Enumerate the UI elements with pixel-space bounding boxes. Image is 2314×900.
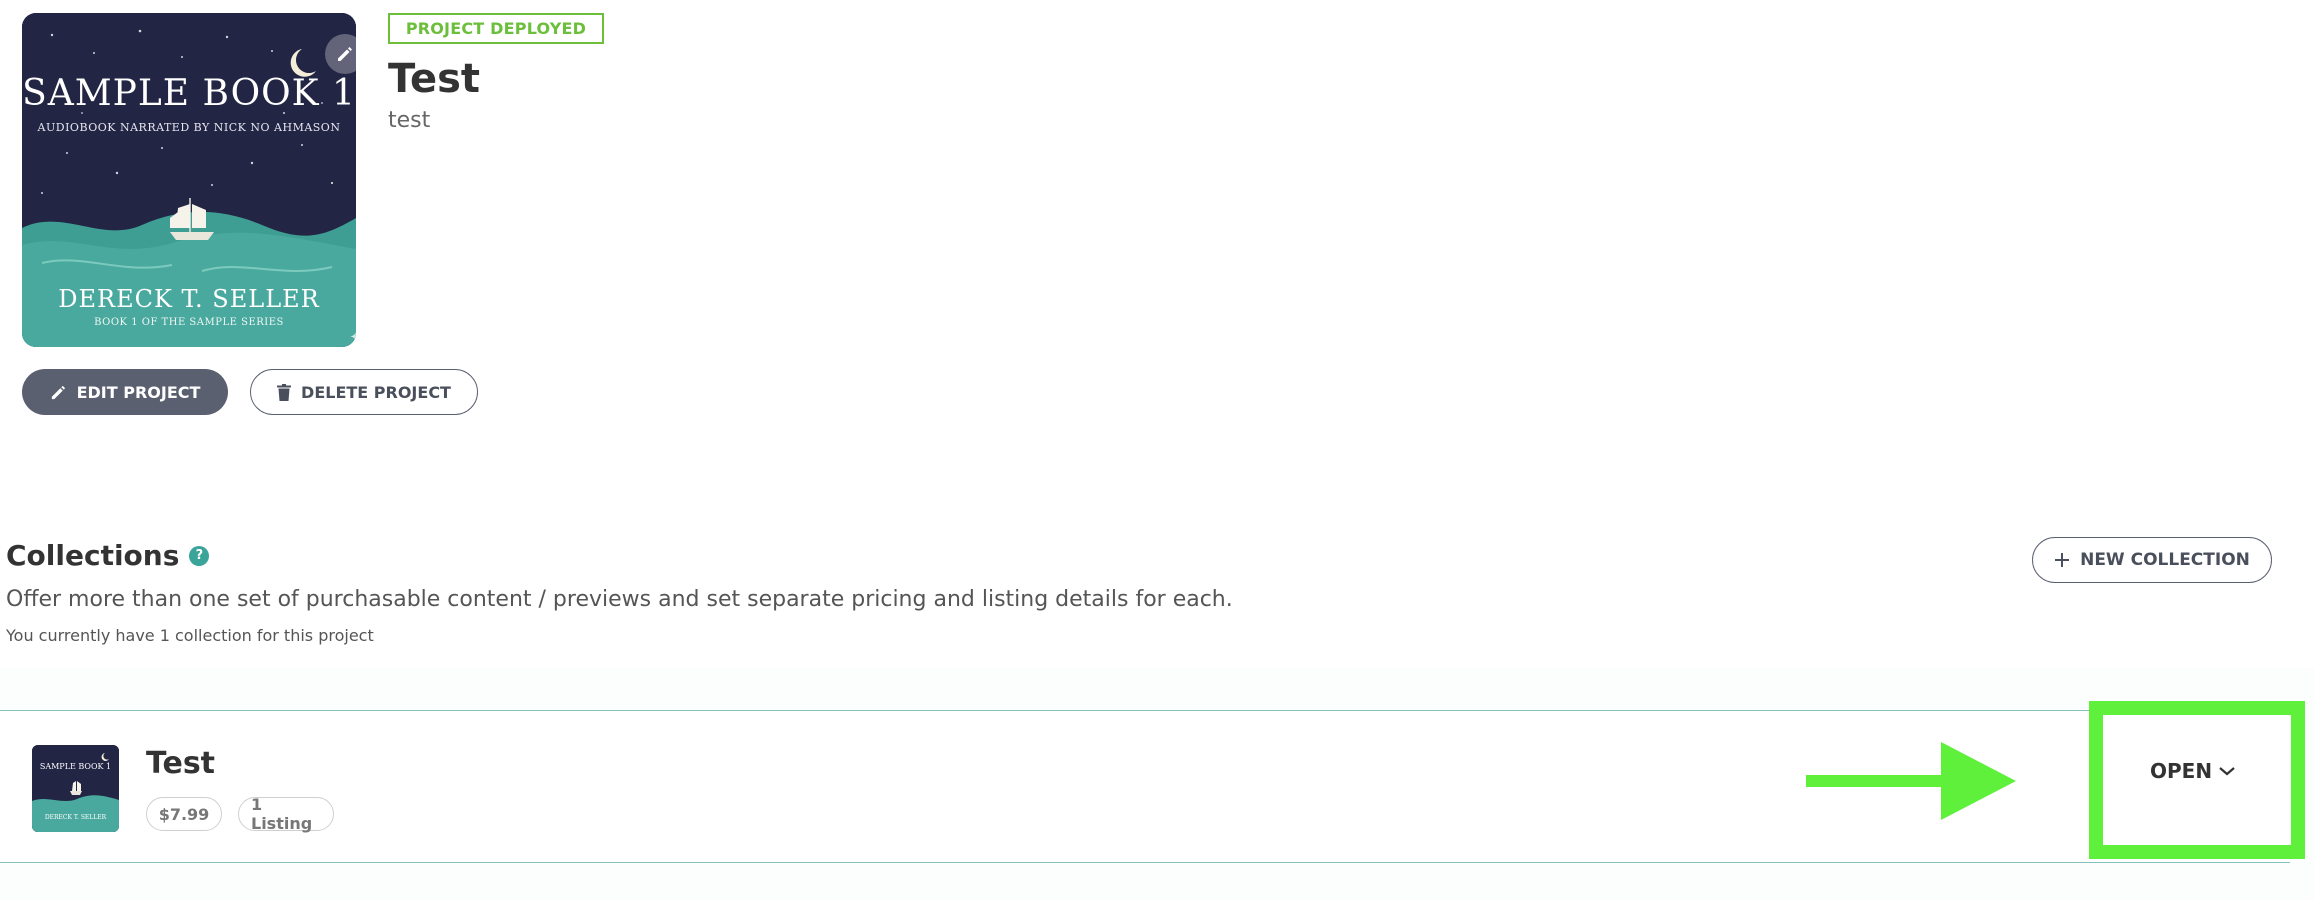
project-cover-image: SAMPLE BOOK 1 AUDIOBOOK NARRATED BY NICK… — [22, 13, 356, 347]
thumbnail-title: SAMPLE BOOK 1 — [39, 762, 112, 771]
cover-title: SAMPLE BOOK 1 — [22, 73, 356, 114]
cover-author: DERECK T. SELLER — [58, 285, 320, 313]
annotation-arrow — [1806, 742, 2016, 820]
question-icon[interactable]: ? — [189, 545, 210, 566]
thumbnail-author: DERECK T. SELLER — [44, 814, 107, 821]
project-page: SAMPLE BOOK 1 AUDIOBOOK NARRATED BY NICK… — [0, 0, 2314, 900]
collection-price-badge: $7.99 — [146, 797, 222, 831]
collections-count: You currently have 1 collection for this… — [6, 626, 374, 645]
status-badge: PROJECT DEPLOYED — [388, 13, 604, 44]
sparkle-icon: ✦ — [349, 329, 356, 347]
collections-heading: Collections ? — [6, 539, 210, 572]
delete-project-label: DELETE PROJECT — [301, 382, 451, 402]
pencil-icon — [51, 385, 65, 399]
collection-thumbnail: SAMPLE BOOK 1 DERECK T. SELLER — [32, 745, 119, 832]
collection-name: Test — [146, 746, 216, 781]
open-label: OPEN — [2150, 759, 2213, 783]
collections-description: Offer more than one set of purchasable c… — [6, 587, 1233, 612]
collections-title: Collections — [6, 539, 180, 572]
trash-icon — [277, 383, 292, 401]
edit-project-button[interactable]: EDIT PROJECT — [22, 369, 228, 415]
open-collection-button[interactable]: OPEN — [2150, 756, 2236, 786]
new-collection-label: NEW COLLECTION — [2080, 550, 2250, 570]
edit-project-label: EDIT PROJECT — [76, 382, 201, 402]
cover-subtitle: AUDIOBOOK NARRATED BY NICK NO AHMASON — [37, 121, 341, 134]
new-collection-button[interactable]: NEW COLLECTION — [2032, 537, 2272, 583]
collection-listing-badge: 1 Listing — [238, 795, 334, 833]
pencil-icon — [338, 47, 352, 61]
plus-icon — [2055, 553, 2070, 567]
chevron-down-icon — [2219, 767, 2235, 776]
project-description: test — [388, 108, 431, 133]
cover-series: BOOK 1 OF THE SAMPLE SERIES — [94, 317, 284, 328]
delete-project-button[interactable]: DELETE PROJECT — [250, 369, 478, 415]
project-title: Test — [388, 56, 481, 102]
